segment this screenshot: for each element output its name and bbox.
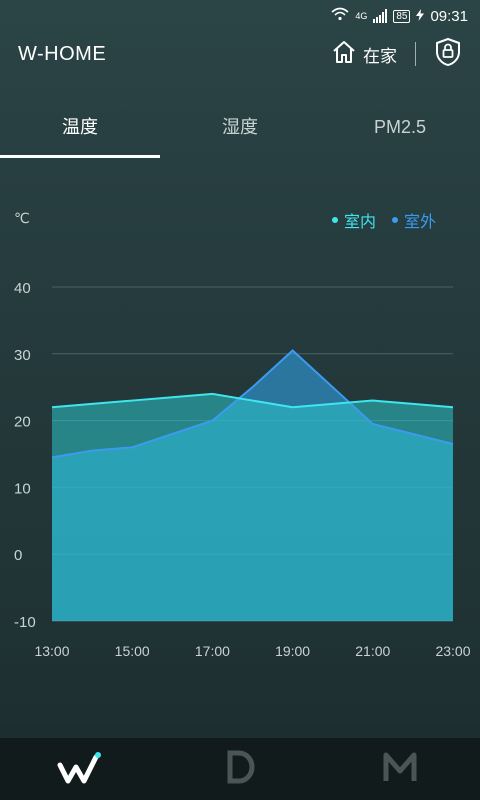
home-mode-button[interactable]: 在家 — [331, 40, 397, 69]
m-logo-icon — [382, 749, 418, 790]
tab-humidity[interactable]: 湿度 — [160, 100, 320, 158]
metric-tabs: 温度 湿度 PM2.5 — [0, 100, 480, 158]
series-line-indoor — [51, 392, 454, 409]
y-tick-label: 40 — [14, 280, 31, 297]
x-tick-label: 17:00 — [195, 643, 230, 659]
bottom-nav — [0, 738, 480, 800]
status-bar: 4G 85 09:31 — [0, 0, 480, 32]
legend-item-outdoor[interactable]: 室外 — [391, 208, 436, 232]
clock: 09:31 — [430, 7, 468, 25]
legend-item-indoor[interactable]: 室内 — [331, 208, 376, 232]
network-type: 4G — [355, 10, 368, 21]
legend-dot-outdoor — [391, 217, 398, 223]
chart-legend: 室内 室外 — [331, 208, 436, 232]
app-title: W-HOME — [18, 42, 107, 65]
x-tick-label: 23:00 — [435, 643, 470, 659]
d-logo-icon — [224, 749, 256, 790]
series-area-outdoor — [52, 350, 453, 621]
wifi-icon — [331, 7, 349, 25]
battery-icon: 85 — [393, 9, 411, 23]
signal-icon — [373, 9, 388, 23]
y-tick-label: 0 — [14, 547, 22, 564]
legend-dot-indoor — [331, 217, 338, 223]
tab-temperature[interactable]: 温度 — [0, 100, 160, 158]
legend-label-outdoor: 室外 — [403, 214, 436, 231]
x-tick-label: 19:00 — [275, 643, 310, 659]
w-logo-icon — [56, 749, 104, 790]
legend-label-indoor: 室内 — [343, 214, 376, 231]
lock-shield-icon — [434, 37, 462, 71]
y-tick-label: -10 — [14, 614, 36, 631]
series-area-indoor — [52, 393, 453, 621]
x-tick-label: 21:00 — [355, 643, 390, 659]
lock-shield-button[interactable] — [434, 37, 462, 72]
nav-item-m[interactable] — [370, 746, 430, 792]
nav-item-w[interactable] — [50, 746, 110, 792]
lightning-icon — [416, 8, 425, 25]
x-tick-label: 15:00 — [115, 643, 150, 659]
home-icon — [331, 40, 357, 69]
y-tick-label: 20 — [14, 414, 31, 431]
tab-pm25[interactable]: PM2.5 — [320, 100, 480, 158]
series-line-outdoor — [51, 349, 454, 459]
x-tick-label: 13:00 — [34, 643, 69, 659]
header-divider — [415, 42, 416, 66]
chart-unit: ℃ — [14, 210, 30, 226]
y-tick-label: 30 — [14, 347, 31, 364]
nav-item-d[interactable] — [210, 746, 270, 792]
app-header: W-HOME 在家 — [0, 32, 480, 76]
home-mode-label: 在家 — [363, 46, 397, 66]
y-tick-label: 10 — [14, 480, 31, 497]
